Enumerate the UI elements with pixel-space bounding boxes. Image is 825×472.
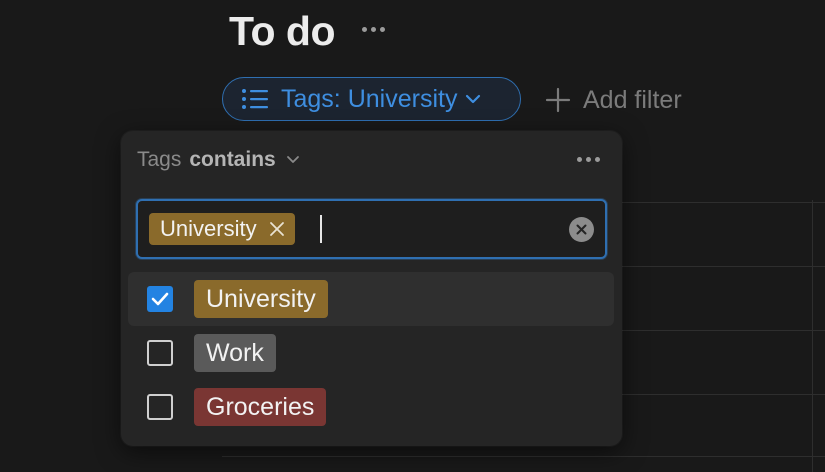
- checkbox-unchecked[interactable]: [147, 394, 173, 420]
- tag-search-input[interactable]: University: [136, 199, 607, 259]
- filter-chip-label: Tags: University: [281, 84, 458, 113]
- tag-label: Groceries: [194, 388, 327, 426]
- tags-filter-chip[interactable]: Tags: University: [222, 77, 521, 121]
- checkmark-icon: [151, 292, 169, 306]
- tag-label: University: [194, 280, 328, 318]
- option-work[interactable]: Work: [128, 326, 614, 380]
- close-icon[interactable]: [269, 221, 285, 237]
- list-icon: [242, 89, 268, 109]
- page-title: To do: [229, 8, 336, 54]
- clear-circle-icon[interactable]: [569, 217, 594, 242]
- option-university[interactable]: University: [128, 272, 614, 326]
- table-column-divider: [812, 200, 813, 472]
- table-row-divider: [222, 456, 825, 457]
- text-cursor: [320, 215, 322, 243]
- chevron-down-icon: [286, 156, 299, 163]
- checkbox-unchecked[interactable]: [147, 340, 173, 366]
- add-filter-label: Add filter: [583, 85, 682, 114]
- filter-popup: Tags contains University University Work…: [121, 131, 622, 446]
- filter-property-label: Tags: [137, 148, 182, 171]
- token-label: University: [160, 216, 257, 241]
- plus-icon: [545, 87, 571, 113]
- tag-options-list: University Work Groceries: [128, 272, 614, 434]
- filter-operator-label: contains: [189, 148, 276, 171]
- more-horizontal-icon[interactable]: [572, 151, 604, 167]
- more-horizontal-icon[interactable]: [357, 19, 389, 39]
- filter-operator-dropdown[interactable]: Tags contains: [137, 147, 300, 173]
- checkbox-checked[interactable]: [147, 286, 173, 312]
- app-window: To do Tags: University Add filter Tags c…: [0, 0, 825, 472]
- selected-tag-token: University: [149, 213, 295, 245]
- option-groceries[interactable]: Groceries: [128, 380, 614, 434]
- tag-label: Work: [194, 334, 276, 372]
- add-filter-button[interactable]: Add filter: [545, 82, 682, 118]
- chevron-down-icon: [466, 94, 481, 104]
